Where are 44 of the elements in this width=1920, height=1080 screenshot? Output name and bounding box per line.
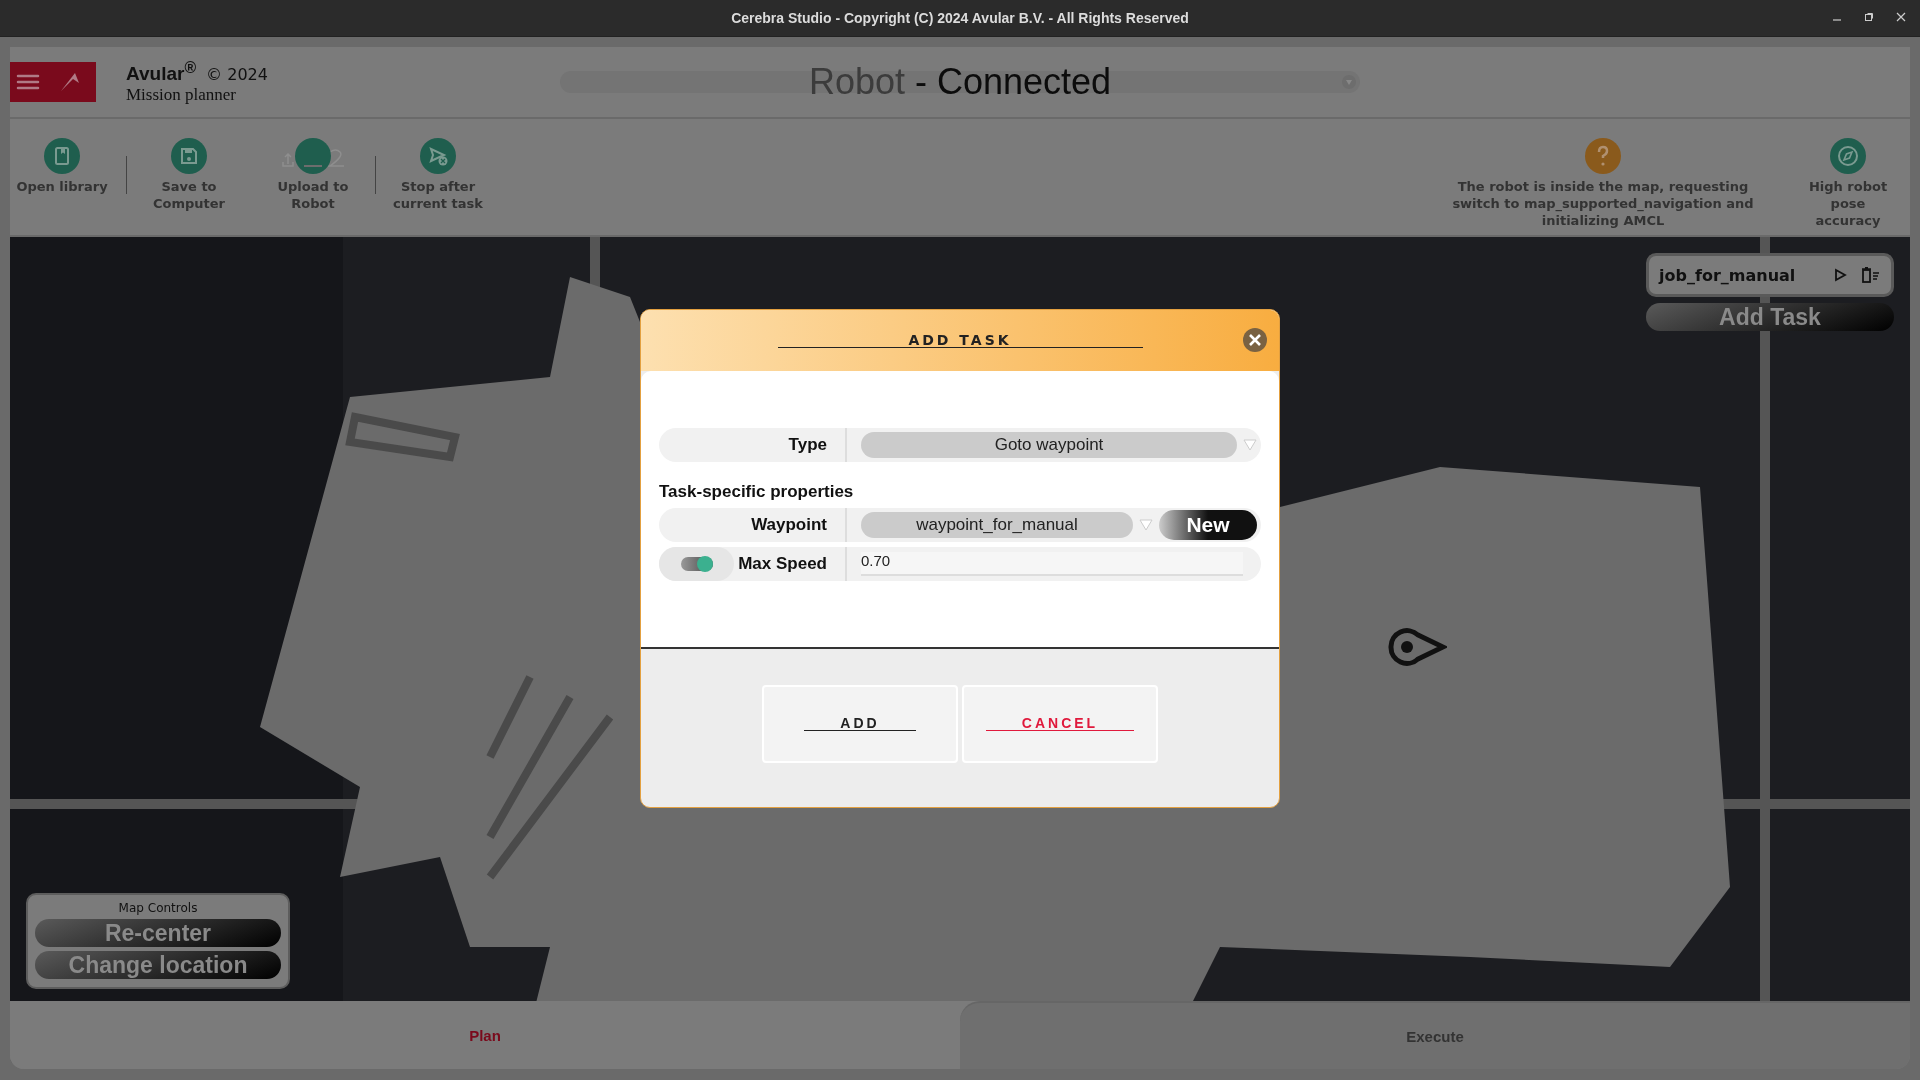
new-button[interactable]: New: [1159, 510, 1257, 540]
brand-name: Avular$^{®}$: [126, 58, 197, 86]
status-text: High robot pose accuracy: [1807, 178, 1889, 229]
dropdown-icon: [1342, 75, 1356, 89]
cancel-button[interactable]: CANCEL: [962, 685, 1158, 763]
map-control-button[interactable]: Re-center: [35, 919, 281, 947]
close-icon[interactable]: [1896, 12, 1906, 22]
tab[interactable]: Execute: [960, 1001, 1910, 1069]
section-heading: Task-specific properties: [659, 482, 855, 502]
send-cancel-icon: [420, 138, 456, 174]
menu-icon[interactable]: [15, 73, 40, 91]
job-card[interactable]: job_for_manual: [1646, 253, 1894, 297]
logo-icon: [58, 71, 81, 93]
toolbar-button[interactable]: Save to Computer: [139, 138, 239, 212]
robot-marker-icon: [1387, 627, 1447, 667]
book-icon: [44, 138, 80, 174]
upload-icon: [280, 138, 346, 174]
toolbar-button[interactable]: Open library: [10, 138, 114, 195]
add-task-button[interactable]: Add Task: [1646, 303, 1894, 331]
job-name: job_for_manual: [1659, 265, 1797, 285]
delete-list-icon[interactable]: [1861, 267, 1881, 283]
floppy-disk-icon: [171, 138, 207, 174]
panel-title: Map Controls: [118, 901, 198, 915]
app-subtitle: Mission planner: [126, 85, 238, 106]
play-icon[interactable]: [1833, 268, 1847, 282]
field-label: Waypoint: [659, 508, 847, 542]
map-control-button[interactable]: Change location: [35, 951, 281, 979]
status-text: The robot is inside the map, requesting switch to map_supported_navigation and initializing AMCL: [1451, 178, 1755, 229]
toggle-switch[interactable]: [680, 557, 713, 571]
type-dropdown[interactable]: Goto waypoint: [861, 432, 1237, 458]
close-icon[interactable]: [1243, 328, 1267, 352]
speed-input-field[interactable]: 0.70: [861, 552, 1243, 576]
copyright-text: © 2024: [206, 65, 268, 85]
dropdown-icon: [1139, 519, 1153, 531]
waypoint-dropdown[interactable]: waypoint_for_manual: [861, 512, 1133, 538]
dropdown-icon: [1243, 439, 1257, 451]
dialog-title: ADD TASK: [777, 333, 1143, 348]
toolbar-button[interactable]: Upload to Robot: [263, 138, 363, 212]
window-title: Cerebra Studio - Copyright (C) 2024 Avular B.V. - All Rights Reserved: [731, 10, 1189, 26]
add-button[interactable]: ADD: [762, 685, 958, 763]
restore-icon[interactable]: [1864, 12, 1874, 22]
field-label: Max Speed: [659, 547, 847, 581]
toolbar-button[interactable]: Stop after current task: [388, 138, 488, 212]
field-label: Type: [659, 428, 847, 462]
